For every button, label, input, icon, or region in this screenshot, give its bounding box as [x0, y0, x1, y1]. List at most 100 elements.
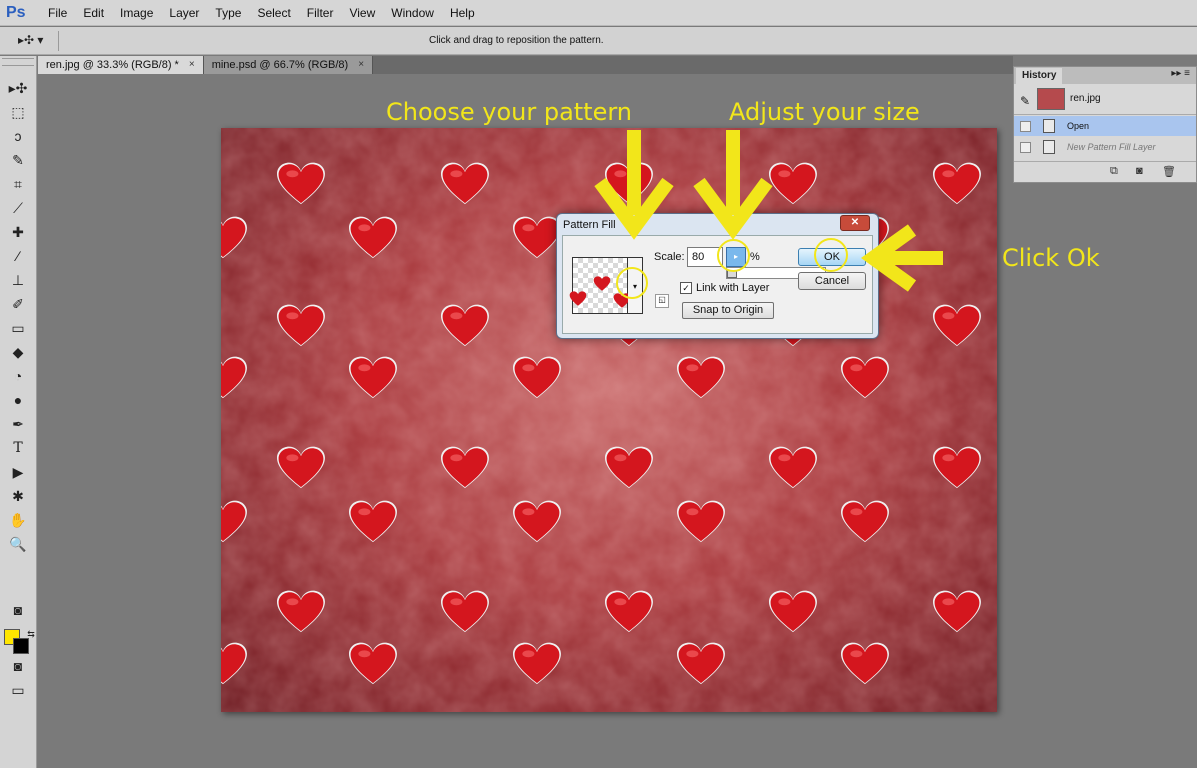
- heart-icon: [932, 590, 981, 633]
- heart-icon: [440, 590, 489, 633]
- highlight-circle-pattern-dropdown: [616, 267, 648, 299]
- menu-file[interactable]: File: [40, 0, 75, 26]
- highlight-circle-ok: [814, 238, 848, 272]
- history-brush-icon[interactable]: ✐: [5, 294, 31, 314]
- menu-view[interactable]: View: [341, 0, 383, 26]
- menu-image[interactable]: Image: [112, 0, 161, 26]
- menu-edit[interactable]: Edit: [75, 0, 112, 26]
- quick-mask-icon[interactable]: ◙: [5, 600, 31, 620]
- swap-colors-icon[interactable]: ⇆: [18, 624, 44, 644]
- annotation-click-ok: Click Ok: [1002, 244, 1100, 272]
- menu-window[interactable]: Window: [383, 0, 442, 26]
- heart-icon: [840, 356, 889, 399]
- menu-type[interactable]: Type: [207, 0, 249, 26]
- history-source-checkbox[interactable]: [1020, 142, 1031, 153]
- new-document-from-state-icon[interactable]: ⧉: [1110, 165, 1118, 178]
- heart-icon: [604, 162, 653, 205]
- eyedropper-icon[interactable]: ⟋: [5, 198, 31, 218]
- percent-label: %: [750, 251, 760, 263]
- panel-grip[interactable]: [2, 58, 34, 66]
- camera-icon[interactable]: ◙: [1136, 165, 1143, 177]
- menu-select[interactable]: Select: [249, 0, 298, 26]
- tab-label: ren.jpg @ 33.3% (RGB/8) *: [46, 59, 179, 71]
- history-brush-source-icon[interactable]: ✎: [1020, 94, 1030, 108]
- dialog-title: Pattern Fill: [563, 219, 616, 231]
- heart-icon: [676, 500, 725, 543]
- heart-icon: [604, 590, 653, 633]
- paint-bucket-icon[interactable]: ◆: [5, 342, 31, 362]
- pen-icon[interactable]: ✒: [5, 414, 31, 434]
- options-divider: [58, 31, 59, 51]
- lasso-icon[interactable]: ↄ: [5, 126, 31, 146]
- blur-icon[interactable]: ◔: [5, 366, 31, 386]
- photoshop-logo: Ps: [6, 3, 26, 21]
- new-preset-icon[interactable]: ◱: [655, 294, 669, 308]
- history-state-label: New Pattern Fill Layer: [1067, 142, 1156, 152]
- history-state-label: Open: [1067, 121, 1090, 131]
- history-state-open[interactable]: Open: [1014, 116, 1196, 136]
- snapshot-label: ren.jpg: [1070, 93, 1101, 104]
- heart-thumbnail-icon: [593, 276, 611, 291]
- clone-stamp-icon[interactable]: ⊥: [5, 270, 31, 290]
- zoom-icon[interactable]: 🔍: [5, 534, 31, 554]
- link-with-layer-label: Link with Layer: [696, 282, 770, 294]
- tab-ren-jpg[interactable]: ren.jpg @ 33.3% (RGB/8) * ×: [38, 56, 204, 74]
- snapshot-thumbnail: [1037, 88, 1065, 110]
- heart-icon: [768, 162, 817, 205]
- close-icon[interactable]: ✕: [840, 215, 870, 231]
- type-icon[interactable]: T: [5, 438, 31, 458]
- heart-icon: [768, 590, 817, 633]
- brush-icon[interactable]: ∕: [5, 246, 31, 266]
- heart-thumbnail-icon: [569, 291, 587, 306]
- quick-select-icon[interactable]: ✎: [5, 150, 31, 170]
- marquee-icon[interactable]: ⬚: [5, 102, 31, 122]
- crop-icon[interactable]: ⌗: [5, 174, 31, 194]
- custom-shape-icon[interactable]: ✱: [5, 486, 31, 506]
- heart-icon: [221, 500, 247, 543]
- hand-icon[interactable]: ✋: [5, 510, 31, 530]
- history-source-checkbox[interactable]: [1020, 121, 1031, 132]
- menu-help[interactable]: Help: [442, 0, 483, 26]
- heart-icon: [276, 446, 325, 489]
- heart-icon: [932, 162, 981, 205]
- heart-icon: [840, 500, 889, 543]
- heart-icon: [512, 500, 561, 543]
- healing-brush-icon[interactable]: ✚: [5, 222, 31, 242]
- dodge-icon[interactable]: ●: [5, 390, 31, 410]
- heart-icon: [221, 356, 247, 399]
- trash-icon[interactable]: 🗑: [1162, 165, 1176, 178]
- heart-icon: [221, 216, 247, 259]
- cancel-button[interactable]: Cancel: [798, 272, 866, 290]
- eraser-icon[interactable]: ▭: [5, 318, 31, 338]
- quick-mask-mode-icon[interactable]: ◙: [5, 656, 31, 676]
- move-icon[interactable]: ▸✣: [5, 78, 31, 98]
- path-select-icon[interactable]: ▶: [5, 462, 31, 482]
- screen-mode-icon[interactable]: ▭: [5, 680, 31, 700]
- tab-history[interactable]: History: [1016, 68, 1063, 84]
- document-tab-bar: ren.jpg @ 33.3% (RGB/8) * × mine.psd @ 6…: [38, 56, 1013, 74]
- menu-filter[interactable]: Filter: [299, 0, 342, 26]
- scale-label: Scale:: [654, 251, 685, 263]
- highlight-circle-scale-slider: [717, 239, 750, 272]
- tab-mine-psd[interactable]: mine.psd @ 66.7% (RGB/8) ×: [203, 56, 374, 74]
- options-hint-text: Click and drag to reposition the pattern…: [429, 35, 604, 46]
- close-icon[interactable]: ×: [358, 56, 364, 74]
- heart-icon: [840, 642, 889, 685]
- heart-icon: [932, 446, 981, 489]
- heart-icon: [604, 446, 653, 489]
- tab-label: mine.psd @ 66.7% (RGB/8): [211, 59, 349, 71]
- history-snapshot[interactable]: ✎ ren.jpg: [1014, 85, 1196, 115]
- history-state-new-pattern-fill[interactable]: New Pattern Fill Layer: [1014, 137, 1196, 157]
- panel-menu-icon[interactable]: ▸▸ ≡: [1171, 68, 1190, 79]
- snap-to-origin-button[interactable]: Snap to Origin: [682, 302, 774, 319]
- heart-icon: [512, 356, 561, 399]
- move-tool-preset-icon[interactable]: ▸✣ ▾: [18, 33, 48, 49]
- history-footer: ⧉ ◙ 🗑: [1014, 161, 1196, 181]
- menu-layer[interactable]: Layer: [161, 0, 207, 26]
- close-icon[interactable]: ×: [189, 56, 195, 74]
- history-panel: History ▸▸ ≡ ✎ ren.jpg Open New Pattern …: [1013, 66, 1197, 183]
- heart-icon: [932, 304, 981, 347]
- link-with-layer-checkbox[interactable]: ✓: [680, 282, 692, 294]
- annotation-choose-pattern: Choose your pattern: [386, 98, 633, 126]
- heart-icon: [768, 446, 817, 489]
